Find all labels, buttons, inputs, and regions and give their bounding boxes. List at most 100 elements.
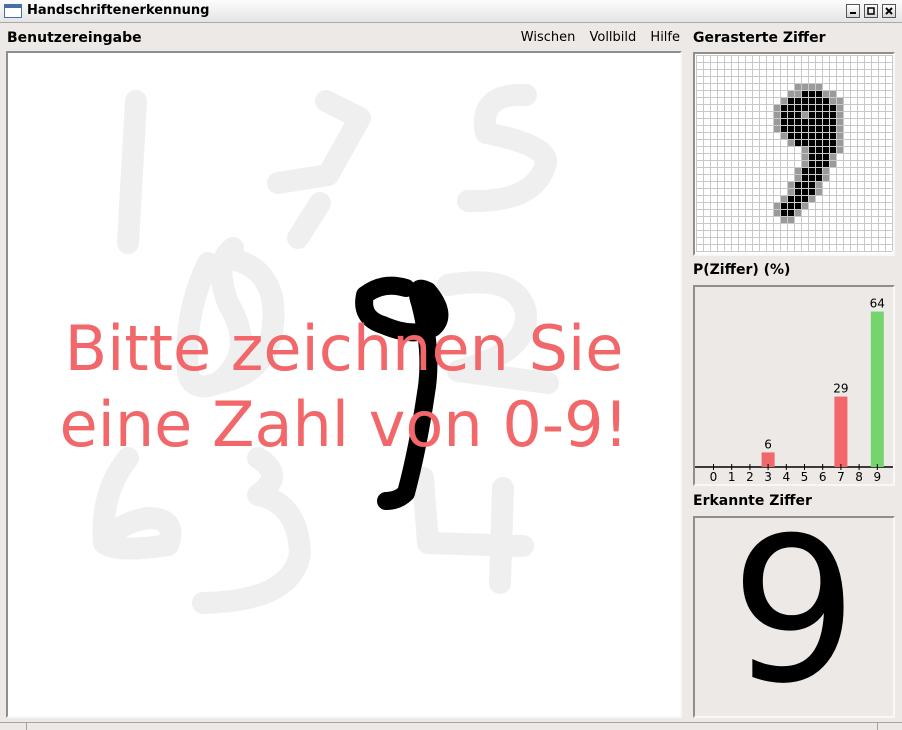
raster-cell-gray	[808, 83, 815, 90]
raster-cell-gray	[829, 160, 836, 167]
raster-cell-black	[815, 153, 822, 160]
raster-cell-gray	[773, 118, 780, 125]
raster-cell-gray	[787, 90, 794, 97]
window-title: Handschriftenerkennung	[27, 3, 210, 18]
raster-cell-gray	[815, 188, 822, 195]
menu-item-wischen[interactable]: Wischen	[521, 30, 576, 45]
raster-cell-black	[829, 139, 836, 146]
raster-cell-gray	[829, 90, 836, 97]
hint-digit-6	[92, 447, 182, 560]
canvas-strokes	[92, 83, 559, 614]
raster-cell-gray	[815, 83, 822, 90]
close-button[interactable]	[882, 4, 896, 18]
raster-cell-black	[808, 97, 815, 104]
raster-cell-black	[815, 111, 822, 118]
raster-cell-black	[815, 125, 822, 132]
raster-cell-black	[801, 125, 808, 132]
raster-cell-black	[829, 104, 836, 111]
raster-cell-black	[829, 118, 836, 125]
chart-tick-label: 2	[746, 470, 754, 484]
raster-cell-gray	[822, 174, 829, 181]
raster-cell-gray	[794, 209, 801, 216]
raster-cell-gray	[822, 90, 829, 97]
chart-tick-label: 8	[855, 470, 863, 484]
raster-cell-black	[801, 181, 808, 188]
raster-cell-black	[822, 139, 829, 146]
raster-cell-black	[822, 160, 829, 167]
raster-cell-gray	[780, 97, 787, 104]
raster-cell-black	[787, 125, 794, 132]
raster-cell-gray	[801, 83, 808, 90]
raster-cell-black	[808, 90, 815, 97]
raster-cell-black	[794, 139, 801, 146]
maximize-icon	[867, 7, 875, 15]
raster-cell-gray	[829, 153, 836, 160]
raster-cell-gray	[801, 146, 808, 153]
hint-digit-7	[267, 90, 371, 249]
raster-cell-gray	[773, 111, 780, 118]
raster-cell-black	[780, 111, 787, 118]
raster-cell-gray	[801, 202, 808, 209]
raster-cell-black	[808, 125, 815, 132]
hint-digit-4	[412, 467, 534, 594]
raster-cell-gray	[815, 181, 822, 188]
raster-cell-gray	[836, 146, 843, 153]
hint-digit-1	[117, 90, 147, 254]
status-bar	[0, 722, 902, 730]
raster-cell-black	[801, 195, 808, 202]
raster-cell-black	[801, 97, 808, 104]
raster-cell-black	[815, 104, 822, 111]
raster-cell-gray	[787, 216, 794, 223]
raster-cell-gray	[836, 125, 843, 132]
menu-item-hilfe[interactable]: Hilfe	[650, 30, 680, 45]
chart-tick-label: 5	[801, 470, 809, 484]
hint-digit-5	[457, 83, 557, 213]
raster-cell-black	[822, 153, 829, 160]
chart-bar	[834, 396, 848, 467]
raster-cell-gray	[836, 97, 843, 104]
raster-cell-black	[815, 139, 822, 146]
chart-tick-label: 1	[728, 470, 736, 484]
raster-cell-black	[787, 118, 794, 125]
raster-cell-gray	[794, 174, 801, 181]
raster-cell-gray	[836, 118, 843, 125]
raster-gridlines	[696, 55, 893, 252]
raster-cell-black	[815, 97, 822, 104]
menu-item-vollbild[interactable]: Vollbild	[589, 30, 636, 45]
user-input-header: Benutzereingabe	[7, 30, 142, 46]
raster-cell-black	[801, 104, 808, 111]
raster-cell-black	[787, 195, 794, 202]
raster-cell-black	[794, 125, 801, 132]
raster-cell-black	[801, 188, 808, 195]
raster-cell-black	[801, 132, 808, 139]
app-window-icon	[4, 4, 22, 18]
raster-cell-black	[822, 118, 829, 125]
raster-cell-black	[794, 188, 801, 195]
raster-cell-black	[787, 209, 794, 216]
raster-cell-black	[780, 202, 787, 209]
raster-cell-black	[801, 167, 808, 174]
chart-data-label: 29	[833, 382, 848, 396]
raster-cell-black	[787, 97, 794, 104]
minimize-button[interactable]	[846, 4, 860, 18]
raster-cell-black	[801, 174, 808, 181]
raster-cell-gray	[773, 125, 780, 132]
raster-cell-black	[794, 132, 801, 139]
raster-cell-black	[808, 111, 815, 118]
chart-tick-label: 6	[819, 470, 827, 484]
chart-tick-label: 3	[764, 470, 772, 484]
maximize-button[interactable]	[864, 4, 878, 18]
raster-cell-black	[815, 90, 822, 97]
chart-data-label: 64	[870, 297, 885, 311]
raster-cell-gray	[801, 160, 808, 167]
raster-cell-black	[808, 167, 815, 174]
chart-tick-label: 0	[710, 470, 718, 484]
hint-digit-3	[192, 447, 311, 614]
drawing-canvas[interactable]: Bitte zeichnen Sie eine Zahl von 0-9!	[6, 51, 682, 718]
raster-cell-gray	[794, 167, 801, 174]
raster-cell-gray	[836, 104, 843, 111]
chart-tick-label: 4	[782, 470, 790, 484]
raster-cell-black	[829, 146, 836, 153]
raster-cell-black	[780, 209, 787, 216]
raster-cell-black	[815, 132, 822, 139]
